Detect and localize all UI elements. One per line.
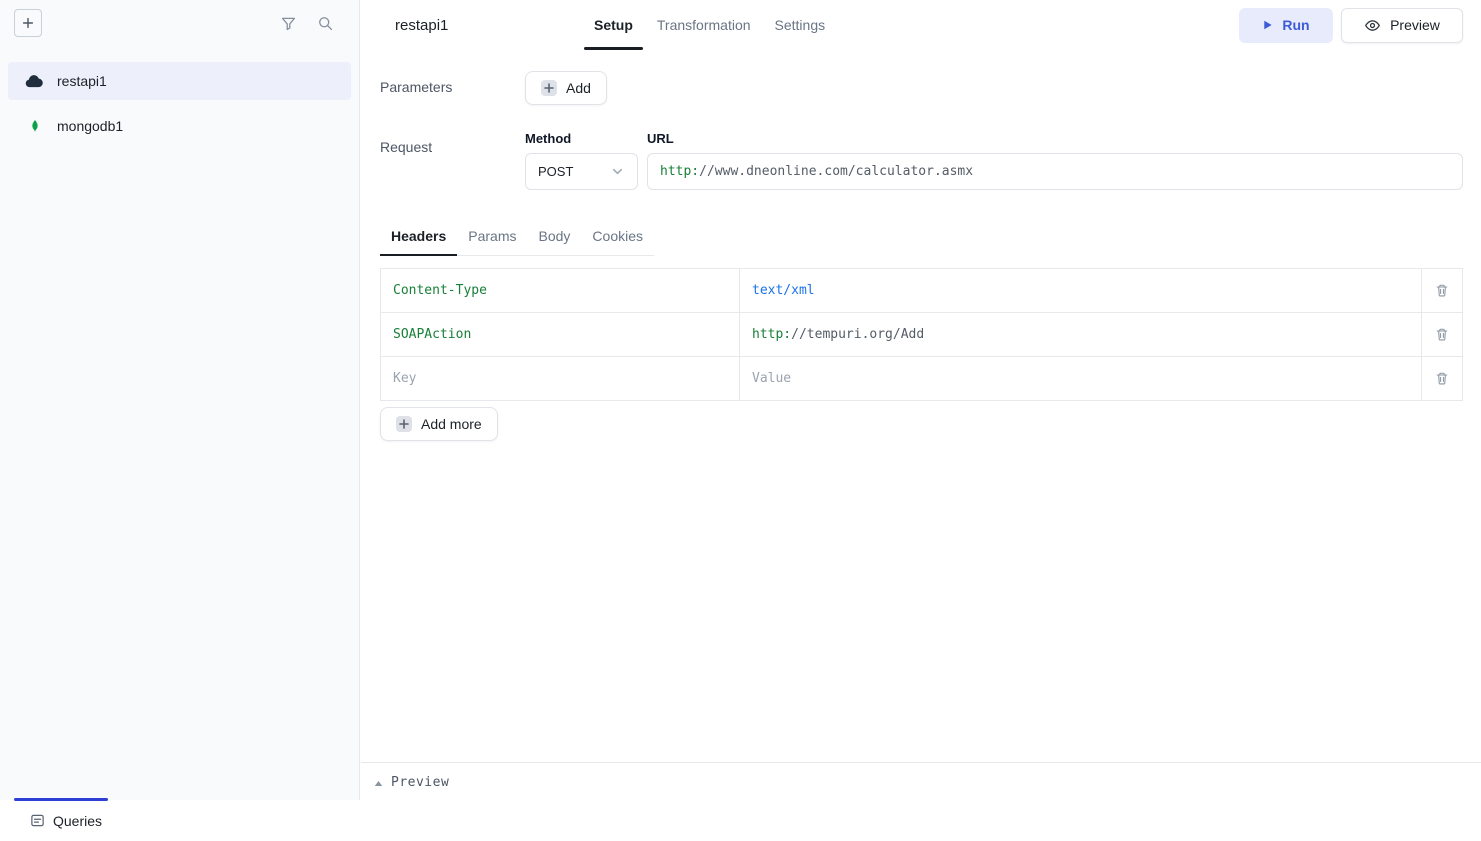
- request-label: Request: [380, 131, 525, 190]
- plus-square-icon: [541, 80, 557, 96]
- search-icon: [317, 15, 334, 32]
- query-list: restapi1 mongodb1: [0, 46, 359, 152]
- add-more-button[interactable]: Add more: [380, 407, 498, 441]
- method-field: Method POST: [525, 131, 638, 190]
- eye-icon: [1364, 17, 1381, 34]
- run-button[interactable]: Run: [1239, 8, 1333, 43]
- header-key-input-1[interactable]: Content-Type: [380, 268, 740, 313]
- tab-setup[interactable]: Setup: [584, 0, 643, 50]
- response-preview-bar[interactable]: Preview: [361, 762, 1481, 841]
- tab-params[interactable]: Params: [457, 222, 527, 255]
- chevron-down-icon: [610, 164, 625, 179]
- tab-transformation[interactable]: Transformation: [647, 0, 761, 50]
- parameters-label: Parameters: [380, 71, 525, 105]
- sidebar-item-label: restapi1: [57, 73, 107, 89]
- add-parameter-button[interactable]: Add: [525, 71, 607, 105]
- method-select[interactable]: POST: [525, 153, 638, 190]
- sidebar-item-restapi1[interactable]: restapi1: [8, 62, 351, 100]
- editor-header: restapi1 Setup Transformation Settings R…: [361, 0, 1481, 50]
- search-button[interactable]: [317, 15, 334, 32]
- add-more-label: Add more: [421, 416, 482, 432]
- method-value: POST: [538, 164, 573, 179]
- sidebar: restapi1 mongodb1: [0, 0, 360, 800]
- header-value-input-3[interactable]: Value: [739, 356, 1422, 401]
- plus-square-icon: [396, 416, 412, 432]
- queries-tab-label: Queries: [53, 813, 102, 829]
- filter-icon: [280, 15, 297, 32]
- preview-button-label: Preview: [1390, 17, 1440, 33]
- tab-cookies[interactable]: Cookies: [581, 222, 654, 255]
- header-key-input-2[interactable]: SOAPAction: [380, 312, 740, 357]
- play-icon: [1262, 19, 1273, 31]
- delete-row-button-1[interactable]: [1421, 268, 1463, 313]
- sidebar-item-mongodb1[interactable]: mongodb1: [8, 107, 351, 145]
- sidebar-toolbar: [0, 0, 359, 46]
- filter-button[interactable]: [280, 15, 297, 32]
- header-value-scheme: http:: [752, 327, 791, 342]
- new-query-button[interactable]: [14, 9, 42, 37]
- delete-row-button-3[interactable]: [1421, 356, 1463, 401]
- request-config-tabs: Headers Params Body Cookies: [380, 222, 654, 256]
- queries-tab[interactable]: Queries: [30, 800, 102, 841]
- app-root: restapi1 mongodb1 Qu: [0, 0, 1481, 841]
- header-row-3: Key Value: [380, 356, 1463, 401]
- main-panel: restapi1 Setup Transformation Settings R…: [361, 0, 1481, 841]
- header-key-text: SOAPAction: [393, 327, 471, 342]
- header-value-input-1[interactable]: text/xml: [739, 268, 1422, 313]
- sidebar-item-label: mongodb1: [57, 118, 123, 134]
- trash-icon: [1435, 327, 1449, 342]
- header-value-input-2[interactable]: http://tempuri.org/Add: [739, 312, 1422, 357]
- url-scheme: http:: [660, 164, 699, 179]
- header-value-text: text/xml: [752, 283, 815, 298]
- header-value-placeholder: Value: [752, 371, 791, 386]
- rest-api-cloud-icon: [24, 73, 45, 89]
- plus-icon: [21, 16, 35, 30]
- tab-headers[interactable]: Headers: [380, 222, 457, 255]
- header-row-1: Content-Type text/xml: [380, 268, 1463, 313]
- url-rest: //www.dneonline.com/calculator.asmx: [699, 164, 973, 179]
- delete-row-button-2[interactable]: [1421, 312, 1463, 357]
- header-key-input-3[interactable]: Key: [380, 356, 740, 401]
- tab-settings[interactable]: Settings: [765, 0, 836, 50]
- header-key-placeholder: Key: [393, 371, 416, 386]
- trash-icon: [1435, 283, 1449, 298]
- header-actions: Run Preview: [1239, 8, 1463, 43]
- parameters-row: Parameters Add: [380, 71, 1463, 105]
- method-label: Method: [525, 131, 638, 146]
- preview-button[interactable]: Preview: [1341, 8, 1463, 43]
- request-fields: Method POST URL http://www.dneonline.com…: [525, 131, 1463, 190]
- bottom-tab-bar: Queries: [0, 800, 360, 841]
- request-row: Request Method POST URL: [380, 131, 1463, 190]
- header-value-rest: //tempuri.org/Add: [791, 327, 924, 342]
- editor-tabs: Setup Transformation Settings: [584, 0, 835, 50]
- preview-panel-label: Preview: [391, 775, 449, 790]
- header-key-text: Content-Type: [393, 283, 487, 298]
- header-row-2: SOAPAction http://tempuri.org/Add: [380, 312, 1463, 357]
- tab-body[interactable]: Body: [528, 222, 582, 255]
- trash-icon: [1435, 371, 1449, 386]
- query-title: restapi1: [395, 17, 448, 34]
- add-parameter-label: Add: [566, 80, 591, 96]
- run-button-label: Run: [1282, 17, 1309, 33]
- mongodb-leaf-icon: [24, 116, 45, 136]
- queries-icon: [30, 813, 45, 828]
- triangle-up-icon: [374, 780, 383, 787]
- headers-table: Content-Type text/xml SOAPAction: [380, 268, 1463, 401]
- url-field: URL http://www.dneonline.com/calculator.…: [647, 131, 1463, 190]
- url-input[interactable]: http://www.dneonline.com/calculator.asmx: [647, 153, 1463, 190]
- url-label: URL: [647, 131, 1463, 146]
- setup-panel: Parameters Add Request Method: [361, 50, 1481, 762]
